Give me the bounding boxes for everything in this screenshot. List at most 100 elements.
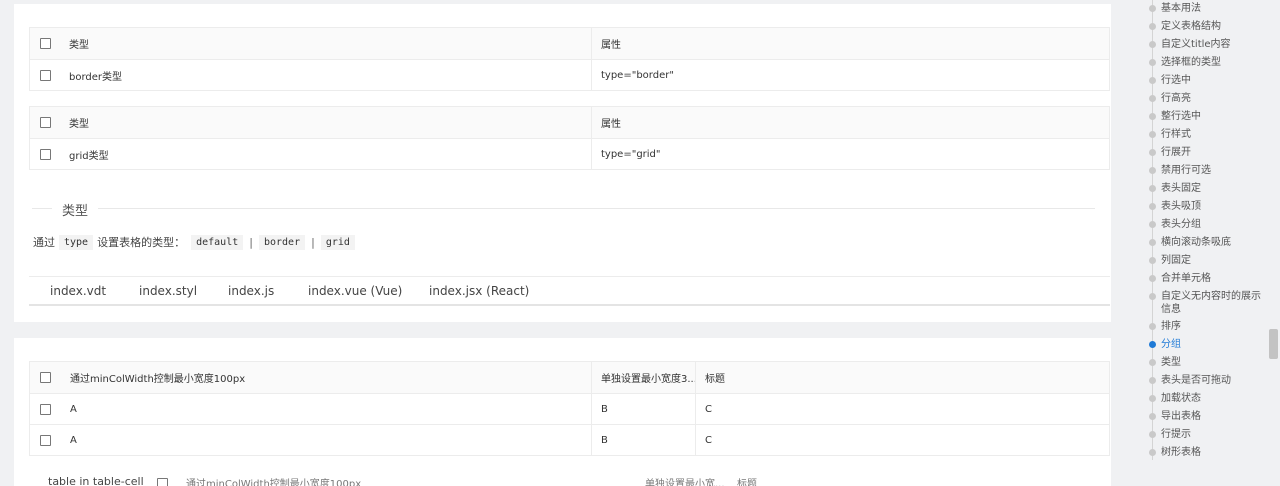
toc-dot [1149, 377, 1156, 384]
toc-dot [1149, 203, 1156, 210]
row-checkbox[interactable] [40, 435, 51, 446]
toc-item[interactable]: 基本用法 [1161, 2, 1201, 15]
table-header-row: 类型 属性 [30, 28, 1109, 59]
inline-code: grid [320, 234, 355, 250]
toc-item[interactable]: 定义表格结构 [1161, 20, 1221, 33]
section-title: 类型 [52, 200, 99, 219]
toc-item[interactable]: 选择框的类型 [1161, 56, 1221, 69]
table-cell: A [70, 434, 77, 446]
inline-code: border [258, 234, 306, 250]
inline-code: default [191, 234, 244, 250]
toc-dot [1149, 23, 1156, 30]
section-description: 通过 type 设置表格的类型： default | border | grid [33, 234, 359, 250]
column-header: 单独设置最小宽度3... [601, 374, 697, 385]
toc-dot [1149, 359, 1156, 366]
tab-index-jsx[interactable]: index.jsx (React) [429, 284, 529, 298]
toc-item[interactable]: 自定义无内容时的展示 [1161, 290, 1261, 303]
row-checkbox[interactable] [40, 70, 51, 81]
toc-item[interactable]: 表头吸顶 [1161, 200, 1201, 213]
select-all-checkbox[interactable] [40, 117, 51, 128]
table-cell: border类型 [69, 71, 123, 83]
table-cell: C [705, 403, 712, 415]
table-header-row: 类型 属性 [30, 107, 1109, 138]
toc-item[interactable]: 合并单元格 [1161, 272, 1211, 285]
scrollbar-thumb[interactable] [1269, 329, 1278, 359]
table-cell: 单独设置最小宽... [645, 479, 725, 486]
toc-item[interactable]: 行高亮 [1161, 92, 1191, 105]
table-cell: A [70, 403, 77, 415]
toc-dot [1149, 167, 1156, 174]
toc-dot [1149, 449, 1156, 456]
tab-index-js[interactable]: index.js [228, 284, 274, 298]
toc-dot [1149, 431, 1156, 438]
column-header: 标题 [705, 374, 725, 385]
table-row[interactable]: A B C [30, 424, 1109, 455]
toc-dot [1149, 113, 1156, 120]
toc-dot [1149, 185, 1156, 192]
toc-item[interactable]: 导出表格 [1161, 410, 1201, 423]
toc-item[interactable]: 行选中 [1161, 74, 1191, 87]
table-row[interactable]: A B C [30, 393, 1109, 424]
toc-item[interactable]: 类型 [1161, 356, 1181, 369]
table-row[interactable]: grid类型 type="grid" [30, 138, 1109, 169]
column-header: 类型 [69, 40, 89, 51]
toc-item[interactable]: 列固定 [1161, 254, 1191, 267]
toc-dot [1149, 257, 1156, 264]
select-all-checkbox[interactable] [40, 372, 51, 383]
tab-index-styl[interactable]: index.styl [139, 284, 197, 298]
column-header: 通过minColWidth控制最小宽度100px [70, 374, 246, 385]
table-cell: 通过minColWidth控制最小宽度100px [186, 479, 362, 486]
table-cell: B [601, 403, 608, 415]
row-checkbox[interactable] [157, 478, 168, 486]
section-title-divider: 类型 [32, 200, 1095, 219]
border-type-table: 类型 属性 border类型 type="border" [29, 27, 1110, 91]
table-header-row: 通过minColWidth控制最小宽度100px 单独设置最小宽度3... 标题 [30, 362, 1109, 393]
description-text: 设置表格的类型： [97, 236, 186, 249]
demo-card-minwidth: 通过minColWidth控制最小宽度100px 单独设置最小宽度3... 标题… [14, 338, 1111, 486]
toc-item[interactable]: 分组 [1161, 338, 1181, 351]
toc-dot [1149, 323, 1156, 330]
tab-index-vue[interactable]: index.vue (Vue) [308, 284, 402, 298]
description-text: 通过 [33, 236, 55, 249]
toc-item[interactable]: 行展开 [1161, 146, 1191, 159]
tab-index-vdt[interactable]: index.vdt [50, 284, 106, 298]
toc-item[interactable]: 整行选中 [1161, 110, 1201, 123]
toc-dot [1149, 341, 1156, 348]
column-header: 属性 [601, 119, 621, 130]
toc-item[interactable]: 自定义title内容 [1161, 38, 1231, 51]
demo-card-type: 类型 属性 border类型 type="border" 类型 属性 grid类… [14, 4, 1111, 322]
row-checkbox[interactable] [40, 149, 51, 160]
toc-dot [1149, 59, 1156, 66]
toc-dot [1149, 275, 1156, 282]
toc-item[interactable]: 信息 [1161, 303, 1181, 316]
toc-item[interactable]: 树形表格 [1161, 446, 1201, 459]
toc-dot [1149, 413, 1156, 420]
toc-item[interactable]: 表头固定 [1161, 182, 1201, 195]
table-cell: C [705, 434, 712, 446]
code-tabs: index.vdt index.styl index.js index.vue … [29, 276, 1110, 306]
toc-item[interactable]: 禁用行可选 [1161, 164, 1211, 177]
select-all-checkbox[interactable] [40, 38, 51, 49]
toc-dot [1149, 395, 1156, 402]
table-cell: type="border" [601, 69, 674, 81]
toc-item[interactable]: 加载状态 [1161, 392, 1201, 405]
row-checkbox[interactable] [40, 404, 51, 415]
table-cell: B [601, 434, 608, 446]
table-cell: type="grid" [601, 148, 661, 160]
toc-item[interactable]: 行提示 [1161, 428, 1191, 441]
nested-table-label: table in table-cell [48, 475, 144, 486]
toc-item[interactable]: 行样式 [1161, 128, 1191, 141]
toc-dot [1149, 41, 1156, 48]
toc-item[interactable]: 表头是否可拖动 [1161, 374, 1231, 387]
table-cell: 标题 [737, 479, 757, 486]
toc-dot [1149, 239, 1156, 246]
grid-type-table: 类型 属性 grid类型 type="grid" [29, 106, 1110, 170]
toc-item[interactable]: 横向滚动条吸底 [1161, 236, 1231, 249]
toc-dot [1149, 5, 1156, 12]
toc-item[interactable]: 表头分组 [1161, 218, 1201, 231]
toc-dot [1149, 95, 1156, 102]
toc-dot [1149, 131, 1156, 138]
toc-item[interactable]: 排序 [1161, 320, 1181, 333]
table-row[interactable]: border类型 type="border" [30, 59, 1109, 90]
column-header: 类型 [69, 119, 89, 130]
